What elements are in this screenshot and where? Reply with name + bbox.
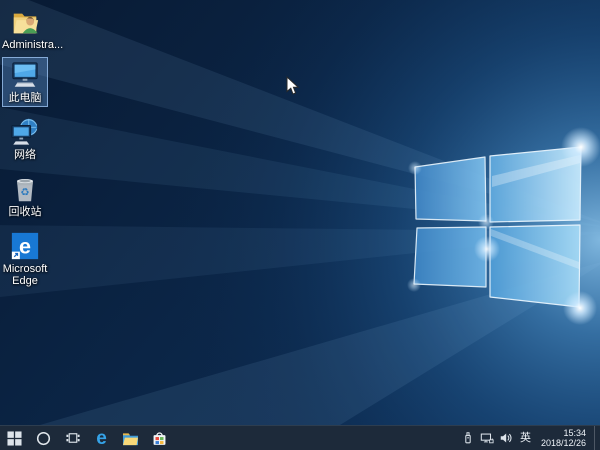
recycle-bin-icon: ♻ [10, 174, 40, 204]
usb-icon [461, 431, 475, 445]
edge-taskbar-button[interactable]: e [87, 426, 116, 450]
volume-tray-button[interactable] [499, 431, 513, 445]
svg-text:♻: ♻ [20, 187, 29, 199]
desktop-icon-network[interactable]: 网络 [2, 114, 48, 164]
store-button[interactable] [145, 426, 174, 450]
speaker-icon [499, 431, 513, 445]
circle-icon [36, 431, 51, 446]
taskbar-empty-area [174, 426, 461, 450]
store-bag-icon [151, 430, 168, 447]
file-explorer-button[interactable] [116, 426, 145, 450]
system-tray: 英 15:34 2018/12/26 [461, 426, 600, 450]
desktop-icon-label: 此电脑 [9, 92, 42, 104]
clock-time: 15:34 [541, 428, 586, 438]
user-folder-icon [10, 7, 40, 37]
taskbar-left: e [0, 426, 174, 450]
language-indicator[interactable]: 英 [518, 426, 533, 450]
desktop-icon-recycle-bin[interactable]: ♻ 回收站 [2, 171, 48, 221]
desktop-icon-label: 回收站 [9, 206, 42, 218]
desktop-icon-microsoft-edge[interactable]: e Microsoft Edge [2, 228, 48, 290]
network-tray-button[interactable] [480, 431, 494, 445]
taskbar: e [0, 425, 600, 450]
this-pc-icon [10, 60, 40, 90]
task-view-icon [65, 430, 81, 446]
start-button[interactable] [0, 426, 29, 450]
task-view-button[interactable] [58, 426, 87, 450]
clock[interactable]: 15:34 2018/12/26 [538, 428, 589, 448]
cortana-search-button[interactable] [29, 426, 58, 450]
folder-icon [122, 431, 139, 446]
desktop-icon-administrator[interactable]: Administra... [2, 4, 48, 54]
desktop-icon-label: Administra... [2, 39, 48, 51]
desktop-icon-this-pc[interactable]: 此电脑 [2, 57, 48, 107]
desktop[interactable]: Administra... 此电脑 网络 [0, 0, 600, 425]
clock-date: 2018/12/26 [541, 438, 586, 448]
network-icon [10, 117, 40, 147]
edge-e-icon: e [96, 426, 107, 450]
svg-text:e: e [19, 234, 31, 259]
desktop-icon-label: 网络 [14, 149, 36, 161]
edge-icon: e [10, 231, 40, 261]
network-status-icon [480, 431, 494, 445]
windows-logo-icon [7, 431, 22, 446]
show-desktop-button[interactable] [594, 426, 598, 450]
wallpaper [0, 0, 600, 425]
desktop-icon-label: Microsoft Edge [3, 263, 48, 287]
usb-tray-button[interactable] [461, 431, 475, 445]
